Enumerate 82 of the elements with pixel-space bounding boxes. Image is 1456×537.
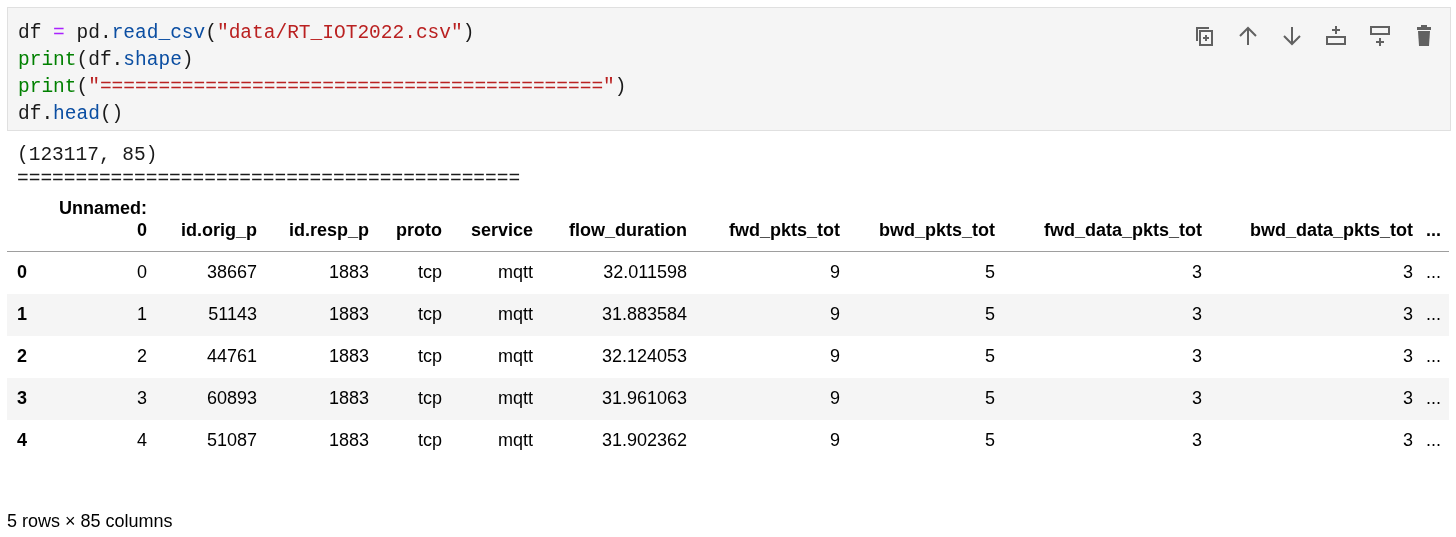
table-cell: 5 — [985, 388, 995, 408]
table-cell: 3 — [1403, 346, 1413, 366]
table-cell: 31.883584 — [601, 304, 687, 324]
table-cell: 3 — [1403, 262, 1413, 283]
table-cell: 51143 — [208, 304, 257, 324]
row-index: 1 — [17, 304, 27, 324]
table-cell: 2 — [137, 346, 147, 366]
table-cell: tcp — [418, 388, 442, 408]
table-cell: 38667 — [206, 262, 257, 283]
table-cell: ... — [1426, 346, 1441, 366]
table-cell: 3 — [1192, 262, 1202, 283]
row-index: 3 — [17, 388, 27, 408]
column-header: id.resp_p — [288, 220, 369, 240]
table-cell: 32.011598 — [603, 262, 687, 283]
table-cell: ... — [1426, 262, 1441, 283]
table-cell: 3 — [1192, 388, 1202, 408]
table-cell: 5 — [985, 346, 995, 366]
table-cell: 1883 — [328, 346, 369, 366]
table-cell: tcp — [418, 430, 442, 450]
column-header: bwd_data_pkts_tot — [1249, 220, 1413, 240]
table-cell: 9 — [830, 262, 840, 283]
row-index: 2 — [17, 346, 27, 366]
table-cell: tcp — [418, 262, 442, 283]
column-header: bwd_pkts_tot — [879, 220, 995, 240]
table-cell: 9 — [830, 430, 840, 450]
table-cell: 5 — [985, 262, 995, 283]
table-cell: 31.961063 — [601, 388, 687, 408]
output-text: =========================================== — [17, 167, 521, 191]
code-cell[interactable]: df = pd.read_csv("data/RT_IOT2022.csv") print(df.shape) print("===========================================") df.head() — [7, 7, 1451, 131]
table-cell: 3 — [137, 388, 147, 408]
column-header: fwd_pkts_tot — [729, 220, 840, 240]
insert-above-icon[interactable] — [1324, 24, 1348, 48]
code-line: df.head() — [18, 102, 124, 127]
table-cell: 3 — [1192, 346, 1202, 366]
table-cell: mqtt — [498, 262, 533, 283]
table-cell: ... — [1426, 430, 1441, 450]
table-cell: 5 — [985, 430, 995, 450]
table-cell: 51087 — [206, 430, 257, 450]
table-cell: ... — [1426, 388, 1441, 408]
table-cell: ... — [1426, 304, 1441, 324]
insert-below-icon[interactable] — [1368, 24, 1392, 48]
table-cell: 4 — [137, 430, 147, 450]
table-cell: mqtt — [498, 304, 533, 324]
table-cell: 3 — [1403, 430, 1413, 450]
table-cell: 5 — [985, 304, 995, 324]
column-header: proto — [396, 220, 442, 240]
code-line: print(df.shape) — [18, 48, 194, 73]
table-cell: tcp — [418, 304, 442, 324]
table-cell: 3 — [1403, 304, 1413, 324]
table-cell: 32.124053 — [601, 346, 687, 366]
row-index: 0 — [17, 262, 27, 283]
table-cell: 9 — [830, 304, 840, 324]
table-cell: 1883 — [328, 304, 369, 324]
table-cell: 1883 — [328, 262, 369, 283]
code-line: df = pd.read_csv("data/RT_IOT2022.csv") — [18, 21, 475, 46]
column-header: id.orig_p — [181, 220, 257, 240]
table-cell: 1883 — [328, 388, 369, 408]
table-cell: 60893 — [206, 388, 257, 408]
table-cell: mqtt — [498, 388, 533, 408]
table-cell: 3 — [1192, 304, 1202, 324]
table-cell: 3 — [1403, 388, 1413, 408]
arrow-down-icon[interactable] — [1280, 24, 1304, 48]
code-line: print("===========================================") — [18, 75, 627, 100]
column-header: ... — [1426, 220, 1441, 240]
column-header: flow_duration — [569, 220, 687, 240]
row-index: 4 — [17, 430, 27, 450]
table-cell: 1 — [137, 304, 147, 324]
table-cell: mqtt — [498, 430, 533, 450]
table-cell: tcp — [418, 346, 442, 366]
table-cell: 31.902362 — [601, 430, 687, 450]
output-text: (123117, 85) — [17, 143, 158, 167]
table-cell: 1883 — [328, 430, 369, 450]
table-cell: 9 — [830, 346, 840, 366]
table-cell: 0 — [137, 262, 147, 283]
column-header: Unnamed: 0 — [58, 197, 147, 241]
table-cell: 3 — [1192, 430, 1202, 450]
column-header: fwd_data_pkts_tot — [1043, 220, 1202, 240]
table-cell: 9 — [830, 388, 840, 408]
column-header: service — [470, 220, 533, 240]
table-cell: 44761 — [206, 346, 257, 366]
table-summary: 5 rows × 85 columns — [7, 509, 173, 533]
table-cell: mqtt — [498, 346, 533, 366]
